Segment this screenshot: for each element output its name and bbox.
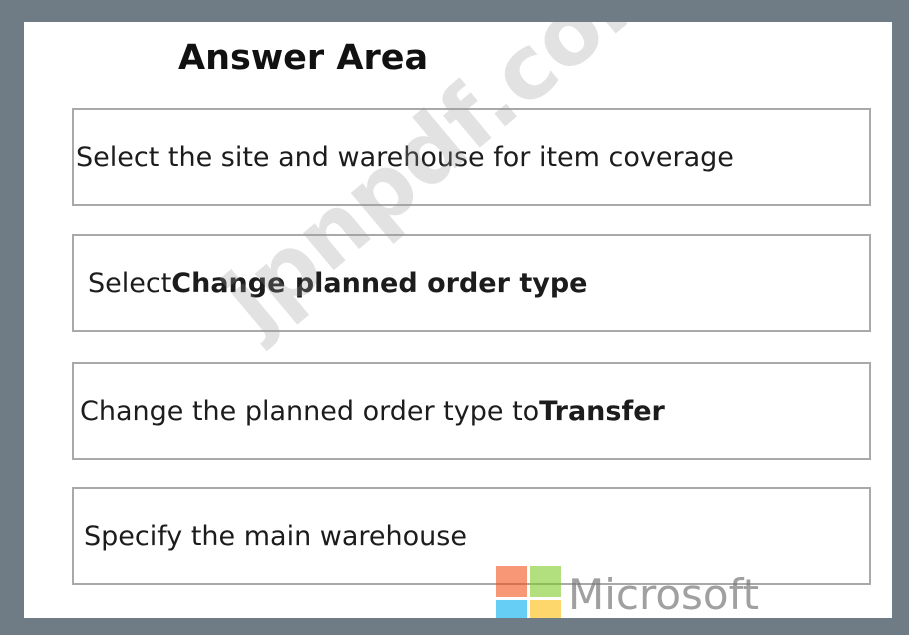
answer-step-3[interactable]: Change the planned order type to Transfe… [72,362,871,460]
answer-area-heading: Answer Area [178,38,429,78]
microsoft-logo-icon [496,566,562,618]
answer-step-4-text: Specify the main warehouse [84,520,467,552]
logo-blue-square [496,600,527,618]
answer-step-3-text: Change the planned order type to [80,395,540,427]
answer-step-3-bold: Transfer [539,395,665,427]
answer-step-2-text: Select [88,267,172,299]
microsoft-logo-text: Microsoft [568,570,760,618]
logo-red-square [496,566,527,597]
answer-step-1[interactable]: Select the site and warehouse for item c… [72,108,871,206]
answer-step-2[interactable]: Select Change planned order type [72,234,871,332]
answer-step-2-bold: Change planned order type [171,267,588,299]
window-frame: Answer Area Select the site and warehous… [0,0,909,635]
logo-yellow-square [530,600,561,618]
answer-step-1-text: Select the site and warehouse for item c… [76,141,734,173]
logo-green-square [530,566,561,597]
answer-area-panel: Answer Area Select the site and warehous… [24,22,892,618]
